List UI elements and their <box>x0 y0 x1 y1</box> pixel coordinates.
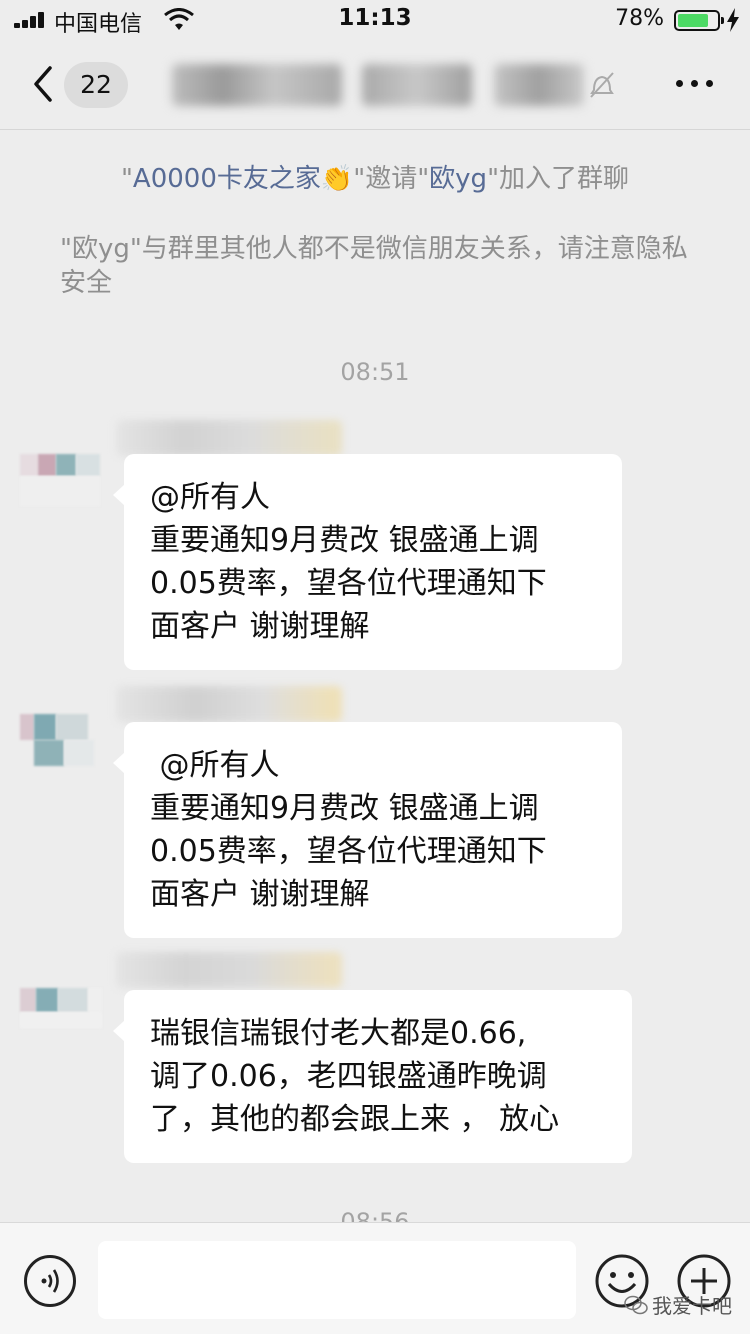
message-line: @所有人 <box>150 480 270 515</box>
battery-icon <box>674 10 724 31</box>
watermark: 我爱卡吧 <box>624 1290 732 1319</box>
message-line: 调了0.06，老四银盛通昨晚调 <box>150 1059 547 1094</box>
bell-off-icon <box>590 72 614 98</box>
status-bar: 中国电信 11:13 78% <box>0 0 750 40</box>
message-line: 0.05费率，望各位代理通知下 <box>150 566 547 601</box>
battery-percent: 78% <box>615 6 664 31</box>
message-bubble[interactable]: @所有人 重要通知9月费改 银盛通上调 0.05费率，望各位代理通知下 面客户 … <box>113 722 622 938</box>
watermark-text: 我爱卡吧 <box>652 1294 732 1318</box>
inviter-link[interactable]: A0000卡友之家👏 <box>133 164 353 194</box>
blurred-group-name <box>172 64 342 106</box>
blurred-sender-name <box>116 420 342 456</box>
chat-header: 22 <box>0 40 750 130</box>
message-input[interactable] <box>98 1241 576 1319</box>
chevron-left-icon[interactable] <box>28 64 58 104</box>
message-line: 重要通知9月费改 银盛通上调 <box>150 523 539 558</box>
message-bubble[interactable]: 瑞银信瑞银付老大都是0.66, 调了0.06，老四银盛通昨晚调 了，其他的都会跟… <box>113 990 632 1163</box>
wechat-icon <box>624 1295 648 1314</box>
message-line: 瑞银信瑞银付老大都是0.66, <box>150 1016 527 1051</box>
charging-icon <box>727 8 739 32</box>
message-line: 重要通知9月费改 银盛通上调 <box>150 791 539 826</box>
avatar[interactable] <box>20 958 112 1050</box>
voice-icon[interactable] <box>24 1255 76 1307</box>
blurred-sender-name <box>116 952 342 988</box>
unread-count-badge[interactable]: 22 <box>64 62 128 108</box>
message-line: @所有人 <box>150 748 280 783</box>
message-line: 0.05费率，望各位代理通知下 <box>150 834 547 869</box>
system-security-notice: "欧yg"与群里其他人都不是微信朋友关系，请注意隐私安全 <box>60 234 688 298</box>
avatar[interactable] <box>20 428 112 520</box>
system-invite-message: "A0000卡友之家👏"邀请"欧yg"加入了群聊 <box>120 164 630 194</box>
blurred-sender-name <box>116 686 342 722</box>
invitee-link[interactable]: 欧yg <box>429 164 487 194</box>
timestamp: 08:51 <box>340 358 410 386</box>
message-line: 面客户 谢谢理解 <box>150 609 370 644</box>
message-bubble[interactable]: @所有人 重要通知9月费改 银盛通上调 0.05费率，望各位代理通知下 面客户 … <box>113 454 622 670</box>
message-line: 了，其他的都会跟上来 ， 放心 <box>150 1102 560 1137</box>
avatar[interactable] <box>20 696 112 788</box>
blurred-group-name-2 <box>362 64 472 106</box>
message-line: 面客户 谢谢理解 <box>150 877 370 912</box>
blurred-group-name-3 <box>494 64 584 106</box>
more-icon[interactable] <box>676 76 716 90</box>
